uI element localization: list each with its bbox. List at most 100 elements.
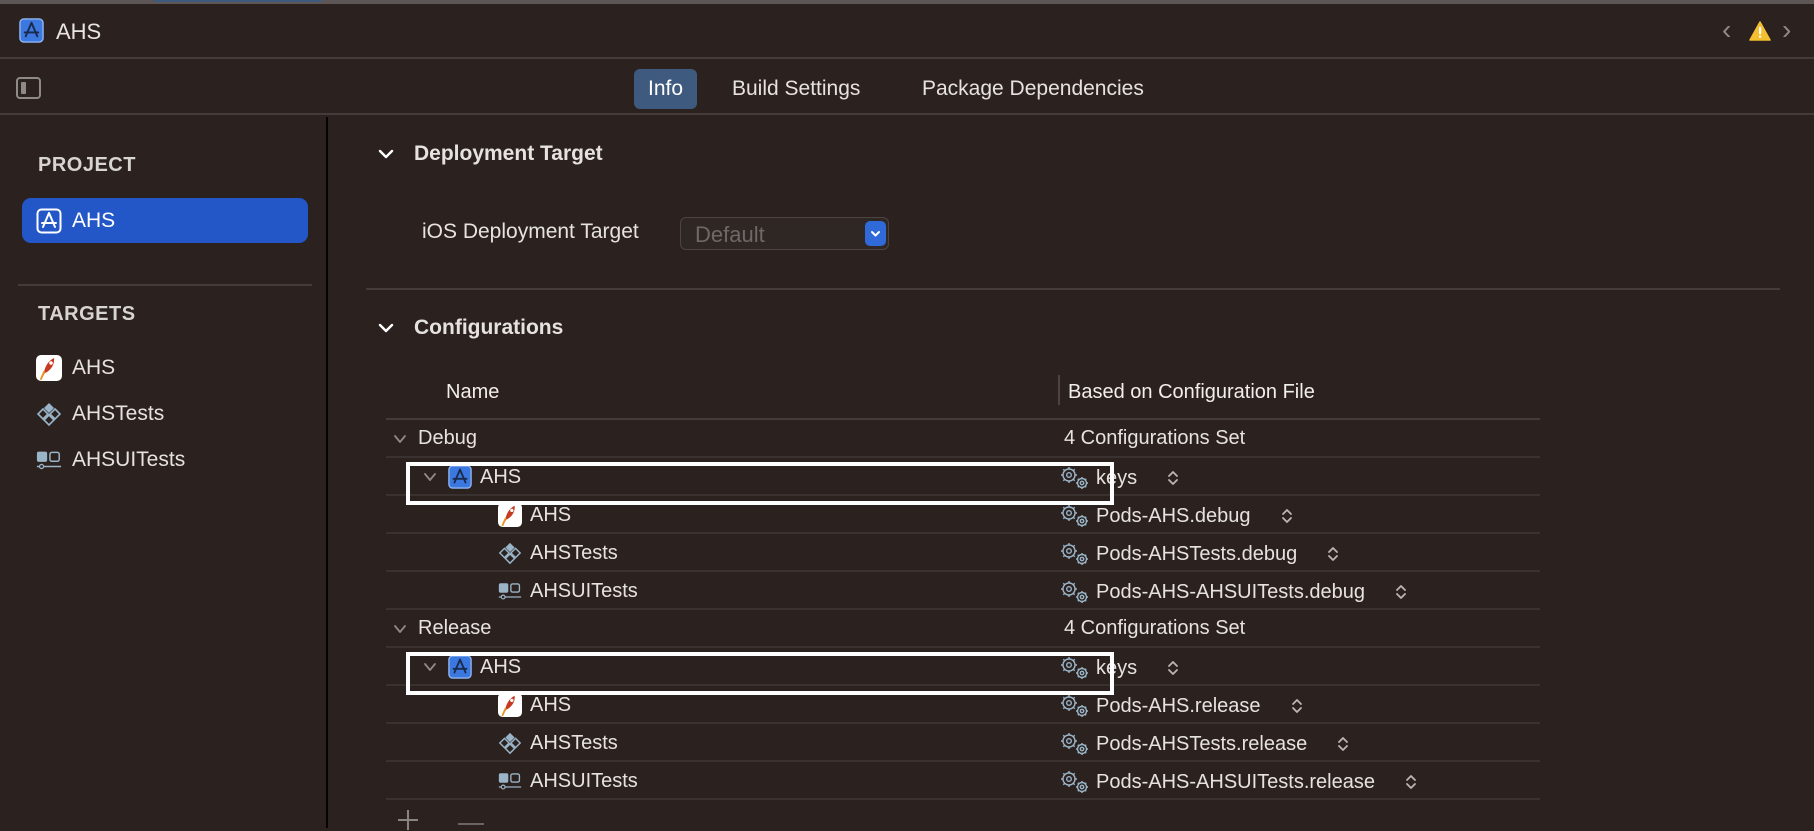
column-header-name[interactable]: Name (446, 381, 499, 404)
config-file-gear-icon (1058, 655, 1092, 681)
window-title: AHS (56, 19, 102, 44)
table-row-target[interactable]: AHSUITests Pods-AHS-AHSUITests.release (386, 762, 1540, 800)
window-accent (154, 0, 322, 2)
xcode-project-icon (448, 465, 472, 489)
popup-stepper-icon (1167, 659, 1179, 677)
xcode-project-icon (448, 655, 472, 679)
select-value: Default (695, 222, 765, 247)
row-name: AHSUITests (530, 769, 638, 792)
config-file-gear-icon (1058, 579, 1092, 605)
tab-package-dependencies[interactable]: Package Dependencies (908, 69, 1158, 109)
unit-test-target-icon (498, 731, 522, 755)
table-row-target[interactable]: AHS Pods-AHS.debug (386, 496, 1540, 534)
sidebar-item-label: AHSTests (72, 401, 165, 425)
sidebar-item-label: AHS (72, 208, 116, 232)
popup-stepper-icon (1327, 545, 1339, 563)
config-file-gear-icon (1058, 693, 1092, 719)
column-separator[interactable] (1058, 375, 1060, 405)
sidebar-item-label: AHS (72, 355, 116, 379)
config-name: Release (418, 617, 492, 639)
xcode-project-icon (19, 18, 44, 43)
configurations-section-header[interactable]: Configurations (376, 316, 563, 340)
table-row-target[interactable]: AHSTests Pods-AHSTests.release (386, 724, 1540, 762)
config-file-popup[interactable]: keys (1058, 465, 1179, 491)
table-row-project[interactable]: AHS keys (386, 648, 1540, 686)
disclosure-chevron-icon[interactable] (422, 469, 438, 485)
config-file-popup[interactable]: Pods-AHSTests.debug (1058, 541, 1339, 567)
disclosure-chevron-icon[interactable] (392, 621, 408, 637)
config-name: Debug (418, 427, 477, 449)
row-name: AHS (480, 655, 522, 678)
table-row-config-debug[interactable]: Debug 4 Configurations Set (386, 420, 1540, 458)
config-file-popup[interactable]: Pods-AHS.release (1058, 693, 1303, 719)
targets-heading: TARGETS (38, 303, 136, 325)
tab-info[interactable]: Info (634, 69, 698, 109)
ios-deployment-target-select[interactable]: Default (680, 217, 889, 250)
config-file-value: keys (1096, 466, 1138, 489)
tab-build-settings[interactable]: Build Settings (718, 69, 874, 109)
popup-stepper-icon (1395, 583, 1407, 601)
project-heading: PROJECT (38, 154, 136, 176)
sidebar-item-project-ahs[interactable]: AHS (22, 198, 308, 243)
sidebar-item-target-ahstests[interactable]: AHSTests (22, 391, 308, 436)
section-divider (366, 288, 1780, 290)
app-target-icon (36, 355, 62, 381)
chevron-down-icon[interactable] (376, 144, 396, 164)
xcode-project-icon (36, 208, 62, 234)
section-title: Configurations (414, 316, 564, 339)
popup-stepper-icon (1281, 507, 1293, 525)
config-file-popup[interactable]: Pods-AHS-AHSUITests.release (1058, 769, 1417, 795)
table-row-project[interactable]: AHS keys (386, 458, 1540, 496)
disclosure-chevron-icon[interactable] (422, 659, 438, 675)
row-name: AHSTests (530, 541, 618, 564)
row-name: AHS (530, 693, 572, 716)
popup-stepper-icon (1167, 469, 1179, 487)
nav-back-button[interactable]: ‹ (1722, 16, 1731, 44)
table-row-target[interactable]: AHS Pods-AHS.release (386, 686, 1540, 724)
config-file-gear-icon (1058, 731, 1092, 757)
config-summary: 4 Configurations Set (1064, 427, 1246, 449)
row-name: AHS (480, 465, 522, 488)
config-file-gear-icon (1058, 465, 1092, 491)
disclosure-chevron-icon[interactable] (392, 431, 408, 447)
popup-stepper-icon (1291, 697, 1303, 715)
ios-deployment-target-label: iOS Deployment Target (422, 220, 639, 243)
ui-test-target-icon (36, 447, 62, 473)
config-file-value: Pods-AHS-AHSUITests.debug (1096, 580, 1366, 603)
sidebar-item-target-ahsuitests[interactable]: AHSUITests (22, 437, 308, 482)
table-row-target[interactable]: AHSTests Pods-AHSTests.debug (386, 534, 1540, 572)
config-file-value: Pods-AHSTests.debug (1096, 542, 1298, 565)
section-title: Deployment Target (414, 142, 603, 165)
project-info-editor: Deployment Target iOS Deployment Target … (330, 117, 1814, 830)
row-name: AHS (530, 503, 572, 526)
config-file-popup[interactable]: Pods-AHS.debug (1058, 503, 1293, 529)
config-file-popup[interactable]: Pods-AHS-AHSUITests.debug (1058, 579, 1407, 605)
nav-forward-button[interactable]: › (1782, 16, 1791, 44)
config-file-gear-icon (1058, 769, 1092, 795)
config-file-value: keys (1096, 656, 1138, 679)
row-name: AHSTests (530, 731, 618, 754)
table-header: Name Based on Configuration File (386, 371, 1540, 420)
ui-test-target-icon (498, 579, 522, 603)
select-dropdown-button[interactable] (865, 221, 886, 246)
deployment-target-section-header[interactable]: Deployment Target (376, 142, 603, 166)
popup-stepper-icon (1337, 735, 1349, 753)
config-file-gear-icon (1058, 503, 1092, 529)
sidebar-item-target-ahs[interactable]: AHS (22, 345, 308, 390)
table-row-target[interactable]: AHSUITests Pods-AHS-AHSUITests.debug (386, 572, 1540, 610)
unit-test-target-icon (36, 401, 62, 427)
table-row-config-release[interactable]: Release 4 Configurations Set (386, 610, 1540, 648)
sidebar-item-label: AHSUITests (72, 447, 186, 471)
sidebar-toggle-icon[interactable] (16, 77, 41, 99)
config-file-gear-icon (1058, 541, 1092, 567)
config-summary: 4 Configurations Set (1064, 617, 1246, 639)
config-file-value: Pods-AHS.debug (1096, 504, 1251, 527)
popup-stepper-icon (1405, 773, 1417, 791)
config-file-popup[interactable]: Pods-AHSTests.release (1058, 731, 1349, 757)
title-bar: AHS ‹ › (0, 4, 1814, 59)
config-file-value: Pods-AHSTests.release (1096, 732, 1308, 755)
column-header-config-file[interactable]: Based on Configuration File (1068, 381, 1315, 404)
chevron-down-icon[interactable] (376, 318, 396, 338)
warning-triangle-icon[interactable] (1749, 20, 1771, 42)
config-file-popup[interactable]: keys (1058, 655, 1179, 681)
